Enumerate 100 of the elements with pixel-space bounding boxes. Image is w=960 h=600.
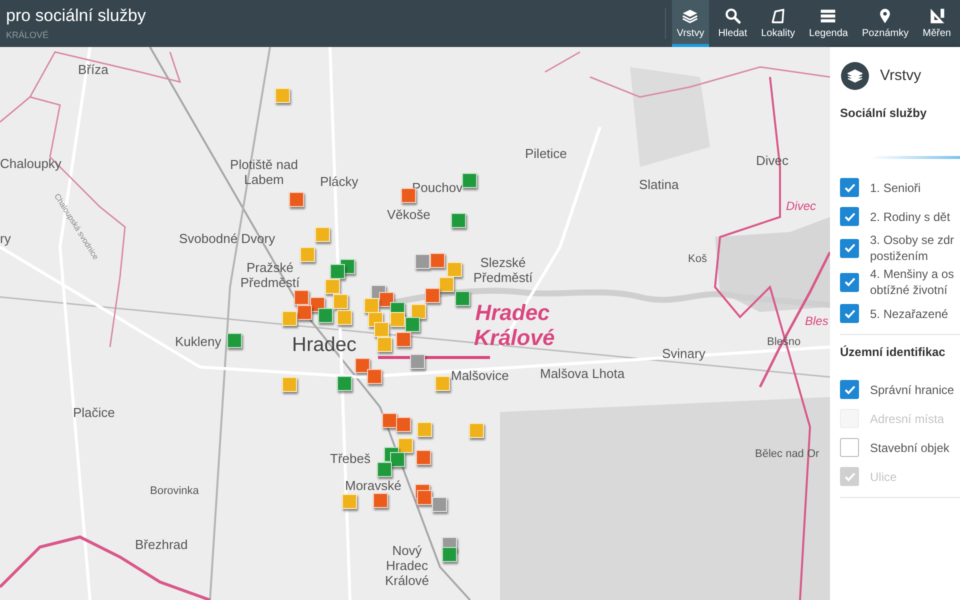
checkbox[interactable] xyxy=(840,438,859,457)
map-marker[interactable] xyxy=(377,337,392,352)
map-marker[interactable] xyxy=(300,247,315,262)
map-marker[interactable] xyxy=(382,413,397,428)
map-marker[interactable] xyxy=(417,490,432,505)
check-icon xyxy=(844,308,856,318)
place-label: Nový Hradec Králové xyxy=(384,543,430,588)
checkbox[interactable] xyxy=(840,380,859,399)
map-marker[interactable] xyxy=(415,254,430,269)
map-marker[interactable] xyxy=(432,497,447,512)
checkbox[interactable] xyxy=(840,304,859,323)
map-marker[interactable] xyxy=(377,462,392,477)
map-marker[interactable] xyxy=(390,312,405,327)
map-marker[interactable] xyxy=(396,332,411,347)
map-marker[interactable] xyxy=(462,173,477,188)
map-marker[interactable] xyxy=(390,452,405,467)
map-marker[interactable] xyxy=(282,311,297,326)
map-marker[interactable] xyxy=(411,304,426,319)
map-marker[interactable] xyxy=(355,358,370,373)
toolbar-tab[interactable]: Vrstvy xyxy=(672,0,710,47)
layers-icon xyxy=(681,7,700,25)
map-marker[interactable] xyxy=(398,438,413,453)
map-marker[interactable] xyxy=(430,253,445,268)
map-marker[interactable] xyxy=(447,262,462,277)
check-icon xyxy=(844,212,856,222)
polygon-icon xyxy=(769,7,788,25)
map-marker[interactable] xyxy=(337,376,352,391)
check-icon xyxy=(844,243,856,253)
map-marker[interactable] xyxy=(297,305,312,320)
map-marker[interactable] xyxy=(364,298,379,313)
place-label: Bles xyxy=(805,314,828,328)
map-marker[interactable] xyxy=(439,277,454,292)
place-label: Malšovice xyxy=(451,368,509,383)
place-label: Divec xyxy=(786,199,816,213)
map-marker[interactable] xyxy=(294,290,309,305)
section-heading: Sociální služby xyxy=(840,105,928,122)
place-label: Slatina xyxy=(639,177,679,192)
toolbar-tab[interactable]: Měřen xyxy=(918,0,956,47)
check-icon xyxy=(844,277,856,287)
place-label: Slezské Předměstí xyxy=(472,255,534,285)
place-label: Hradec xyxy=(292,333,356,357)
map-marker[interactable] xyxy=(315,227,330,242)
map-marker[interactable] xyxy=(451,213,466,228)
map-marker[interactable] xyxy=(289,192,304,207)
map-marker[interactable] xyxy=(367,369,382,384)
layer-checkbox-row[interactable]: 2. Rodiny s dět xyxy=(840,202,960,231)
map-marker[interactable] xyxy=(442,547,457,562)
layer-checkbox-row[interactable]: Správní hranice xyxy=(840,375,960,404)
checkbox[interactable] xyxy=(840,238,859,258)
panel-title: Vrstvy xyxy=(880,66,922,86)
map-marker[interactable] xyxy=(469,423,484,438)
map-marker[interactable] xyxy=(374,322,389,337)
place-label: ry xyxy=(0,231,11,246)
list-icon xyxy=(819,7,838,25)
place-label: Pražské Předměstí xyxy=(240,260,300,290)
layer-checkbox-row[interactable]: 1. Senioři xyxy=(840,173,960,202)
map-marker[interactable] xyxy=(455,291,470,306)
place-label: Plácky xyxy=(320,174,358,189)
map-marker[interactable] xyxy=(275,88,290,103)
map-marker[interactable] xyxy=(325,279,340,294)
map-marker[interactable] xyxy=(416,450,431,465)
map-marker[interactable] xyxy=(405,317,420,332)
map-marker[interactable] xyxy=(333,294,348,309)
toolbar-tab[interactable]: Hledat xyxy=(713,0,752,47)
place-label: Plačice xyxy=(73,405,115,420)
map-marker[interactable] xyxy=(396,417,411,432)
layer-checkbox-row[interactable]: 3. Osoby se zdr postižením xyxy=(840,231,960,265)
place-label: Kukleny xyxy=(175,334,222,349)
map-marker[interactable] xyxy=(373,493,388,508)
toolbar-tab[interactable]: Lokality xyxy=(756,0,800,47)
place-label: Třebeš xyxy=(330,451,370,466)
checkbox[interactable] xyxy=(840,272,859,292)
place-label: Malšova Lhota xyxy=(540,366,625,381)
map-marker[interactable] xyxy=(330,264,345,279)
map-marker[interactable] xyxy=(425,288,440,303)
layer-checkbox-row[interactable]: 4. Menšiny a os obtížné životní xyxy=(840,265,960,299)
map-marker[interactable] xyxy=(410,354,425,369)
check-icon xyxy=(844,384,856,394)
layer-checkbox-row[interactable]: 5. Nezařazené xyxy=(840,299,960,328)
place-label: Moravské xyxy=(345,478,402,493)
map-marker[interactable] xyxy=(318,308,333,323)
map-marker[interactable] xyxy=(282,377,297,392)
triangle-ruler-icon xyxy=(928,7,946,25)
map-marker[interactable] xyxy=(435,376,450,391)
place-label: Bříza xyxy=(78,62,108,77)
checkbox[interactable] xyxy=(840,207,859,226)
check-icon xyxy=(844,472,856,482)
app-title: pro sociální služby xyxy=(6,5,147,27)
toolbar-tab[interactable]: Poznámky xyxy=(856,0,914,47)
place-label: Koš xyxy=(688,252,707,266)
toolbar-tab[interactable]: Legenda xyxy=(804,0,853,47)
map-marker[interactable] xyxy=(342,494,357,509)
checkbox[interactable] xyxy=(840,178,859,197)
layer-checkbox-row[interactable]: Stavební objek xyxy=(840,433,960,462)
place-label: Svobodné Dvory xyxy=(179,231,276,246)
map-marker[interactable] xyxy=(417,422,432,437)
place-label: Březhrad xyxy=(135,537,188,552)
map-marker[interactable] xyxy=(337,310,352,325)
map-marker[interactable] xyxy=(379,292,394,307)
map-marker[interactable] xyxy=(227,333,242,348)
